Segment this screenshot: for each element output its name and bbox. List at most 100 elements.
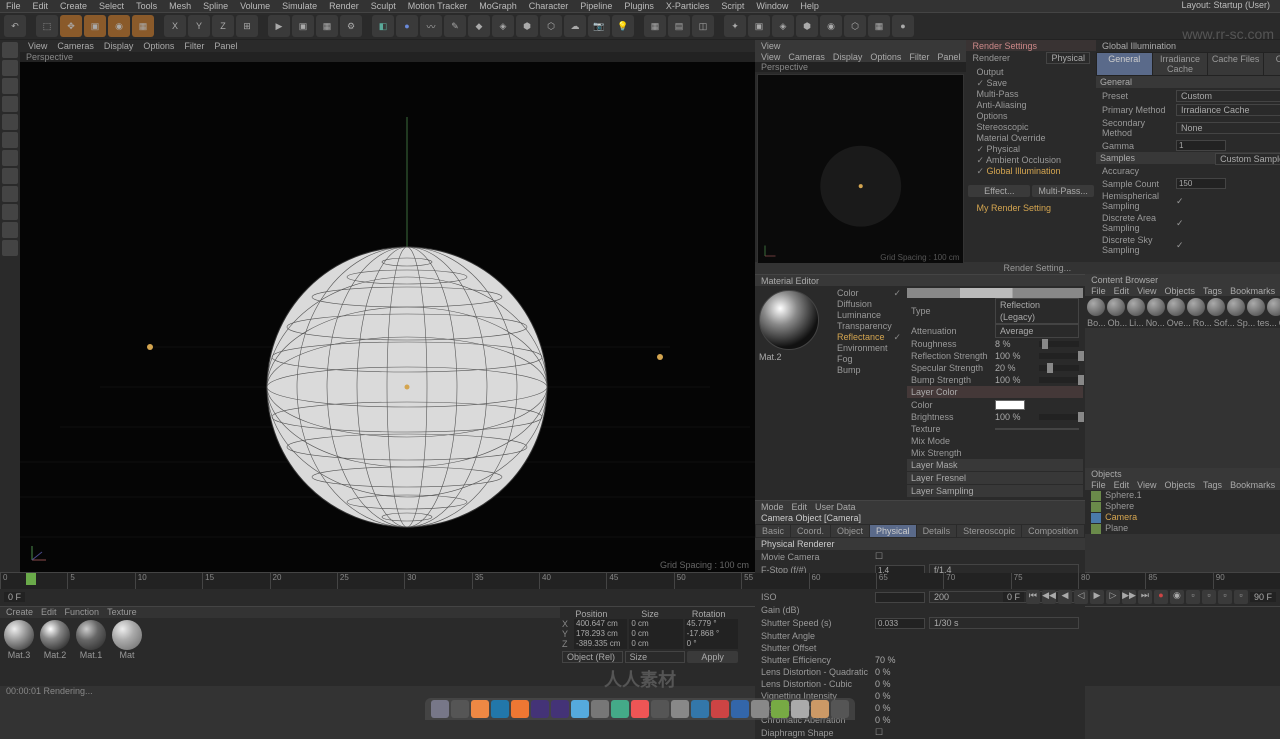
specstr-slider[interactable] xyxy=(1039,365,1079,371)
material-name-label[interactable]: Mat.2 xyxy=(759,352,823,362)
key-param-button[interactable]: ▫ xyxy=(1234,590,1248,604)
camera-button[interactable]: 📷 xyxy=(588,15,610,37)
xp-action-button[interactable]: ⬡ xyxy=(844,15,866,37)
render-settings-button[interactable]: ⚙ xyxy=(340,15,362,37)
gi-tab-options[interactable]: Options xyxy=(1264,53,1280,75)
gi-gamma-input[interactable] xyxy=(1176,140,1226,151)
sphere-primitive-button[interactable]: ● xyxy=(396,15,418,37)
menu-render[interactable]: Render xyxy=(329,1,359,11)
tl-current-input[interactable]: 0 F xyxy=(1003,592,1024,602)
shuttereff-value[interactable]: 70 % xyxy=(875,655,925,665)
size-y-input[interactable]: 0 cm xyxy=(629,629,682,639)
render-pv-button[interactable]: ▦ xyxy=(316,15,338,37)
reflstr-value[interactable]: 100 % xyxy=(995,350,1035,362)
obj-menu-tags[interactable]: Tags xyxy=(1203,480,1222,490)
mat-type-dropdown[interactable]: Reflection (Legacy) xyxy=(995,298,1079,324)
workplane-button[interactable]: ◫ xyxy=(692,15,714,37)
menu-pipeline[interactable]: Pipeline xyxy=(580,1,612,11)
size-x-input[interactable]: 0 cm xyxy=(629,619,682,629)
environment-button[interactable]: ☁ xyxy=(564,15,586,37)
obj-menu-objects[interactable]: Objects xyxy=(1165,480,1196,490)
mm-menu-function[interactable]: Function xyxy=(65,607,100,618)
material-thumb[interactable]: Mat.1 xyxy=(74,620,108,660)
preview-tab[interactable]: View xyxy=(755,40,966,51)
diaphragm-checkbox[interactable]: ☐ xyxy=(875,727,883,738)
bumpstr-slider[interactable] xyxy=(1039,377,1079,383)
cube-primitive-button[interactable]: ◧ xyxy=(372,15,394,37)
rot-b-input[interactable]: 0 ° xyxy=(685,639,738,649)
roughness-value[interactable]: 8 % xyxy=(995,338,1035,350)
scale-tool-button[interactable]: ▣ xyxy=(84,15,106,37)
x-axis-button[interactable]: X xyxy=(164,15,186,37)
gi-area-checkbox[interactable]: ✓ xyxy=(1176,218,1184,229)
obj-menu-view[interactable]: View xyxy=(1137,480,1156,490)
menu-create[interactable]: Create xyxy=(60,1,87,11)
y-axis-button[interactable]: Y xyxy=(188,15,210,37)
timeline-ruler[interactable]: 0 5 10 15 20 25 30 35 40 45 50 55 60 65 … xyxy=(0,573,1280,589)
next-frame-button[interactable]: ▷ xyxy=(1106,590,1120,604)
reflstr-slider[interactable] xyxy=(1039,353,1079,359)
viewport-menubar[interactable]: View Cameras Display Options Filter Pane… xyxy=(20,40,755,52)
attr-menu-mode[interactable]: Mode xyxy=(761,502,784,512)
dock-trash-icon[interactable] xyxy=(831,700,849,718)
menu-sculpt[interactable]: Sculpt xyxy=(371,1,396,11)
rs-save[interactable]: Save xyxy=(972,78,1090,89)
spline-button[interactable]: 〰 xyxy=(420,15,442,37)
dock-app-icon[interactable] xyxy=(611,700,629,718)
prev-key-button[interactable]: ◀◀ xyxy=(1042,590,1056,604)
dock-chrome-icon[interactable] xyxy=(471,700,489,718)
xp-cache-button[interactable]: ▦ xyxy=(868,15,890,37)
attr-tab-object[interactable]: Object xyxy=(831,525,869,537)
gi-sky-checkbox[interactable]: ✓ xyxy=(1176,240,1184,251)
xp-generator-button[interactable]: ◈ xyxy=(772,15,794,37)
gi-preset-dropdown[interactable]: Custom xyxy=(1176,90,1280,102)
reflectance-layers-strip[interactable] xyxy=(907,288,1083,298)
menu-window[interactable]: Window xyxy=(756,1,788,11)
rs-output[interactable]: Output xyxy=(972,67,1090,78)
gi-samples-dropdown[interactable]: Custom Sample Count xyxy=(1215,153,1280,165)
material-preview[interactable]: Mat.2 xyxy=(755,286,827,500)
render-preview-viewport[interactable]: Grid Spacing : 100 cm xyxy=(757,74,964,264)
material-thumb[interactable]: Mat.2 xyxy=(38,620,72,660)
effect-button[interactable]: Effect... xyxy=(968,185,1030,197)
menu-simulate[interactable]: Simulate xyxy=(282,1,317,11)
multipass-button[interactable]: Multi-Pass... xyxy=(1032,185,1094,197)
cb-menu-objects[interactable]: Objects xyxy=(1165,286,1196,296)
misc-mode-button[interactable] xyxy=(2,240,18,256)
render-view-button[interactable]: ▶ xyxy=(268,15,290,37)
gi-tab-cachefiles[interactable]: Cache Files xyxy=(1208,53,1263,75)
menu-file[interactable]: File xyxy=(6,1,21,11)
brightness-value[interactable]: 100 % xyxy=(995,411,1035,423)
obj-sphere1[interactable]: Sphere.1 xyxy=(1085,490,1280,501)
renderer-dropdown[interactable]: Physical xyxy=(1046,52,1090,64)
dock-app-icon[interactable] xyxy=(731,700,749,718)
rs-options[interactable]: Options xyxy=(972,111,1090,122)
cb-preset-item[interactable] xyxy=(1207,298,1225,316)
undo-button[interactable]: ↶ xyxy=(4,15,26,37)
menu-character[interactable]: Character xyxy=(529,1,569,11)
light-button[interactable]: 💡 xyxy=(612,15,634,37)
key-scale-button[interactable]: ▫ xyxy=(1202,590,1216,604)
ch-reflectance[interactable]: Reflectance xyxy=(829,332,903,343)
vp-menu-options[interactable]: Options xyxy=(143,41,174,51)
deformer-button[interactable]: ⬡ xyxy=(540,15,562,37)
gi-samplecount-input[interactable] xyxy=(1176,178,1226,189)
nurbs-button[interactable]: ◆ xyxy=(468,15,490,37)
coord-size-dropdown[interactable]: Size xyxy=(625,651,686,663)
material-thumb[interactable]: Mat.3 xyxy=(2,620,36,660)
rs-ao[interactable]: Ambient Occlusion xyxy=(972,155,1090,166)
mm-menu-edit[interactable]: Edit xyxy=(41,607,57,618)
locked-button[interactable] xyxy=(2,222,18,238)
coord-object-dropdown[interactable]: Object (Rel) xyxy=(562,651,623,663)
lensdist-c-value[interactable]: 0 % xyxy=(875,679,925,689)
obj-sphere[interactable]: Sphere xyxy=(1085,501,1280,512)
pv-cameras[interactable]: Cameras xyxy=(788,52,825,62)
menu-tools[interactable]: Tools xyxy=(136,1,157,11)
material-thumb[interactable]: Mat xyxy=(110,620,144,660)
layer-color-section[interactable]: Layer Color xyxy=(907,386,1083,398)
attr-tab-compo[interactable]: Composition xyxy=(1022,525,1084,537)
gi-tab-general[interactable]: General xyxy=(1097,53,1152,75)
attr-tab-details[interactable]: Details xyxy=(917,525,957,537)
rs-antialiasing[interactable]: Anti-Aliasing xyxy=(972,100,1090,111)
cb-preset-item[interactable] xyxy=(1227,298,1245,316)
